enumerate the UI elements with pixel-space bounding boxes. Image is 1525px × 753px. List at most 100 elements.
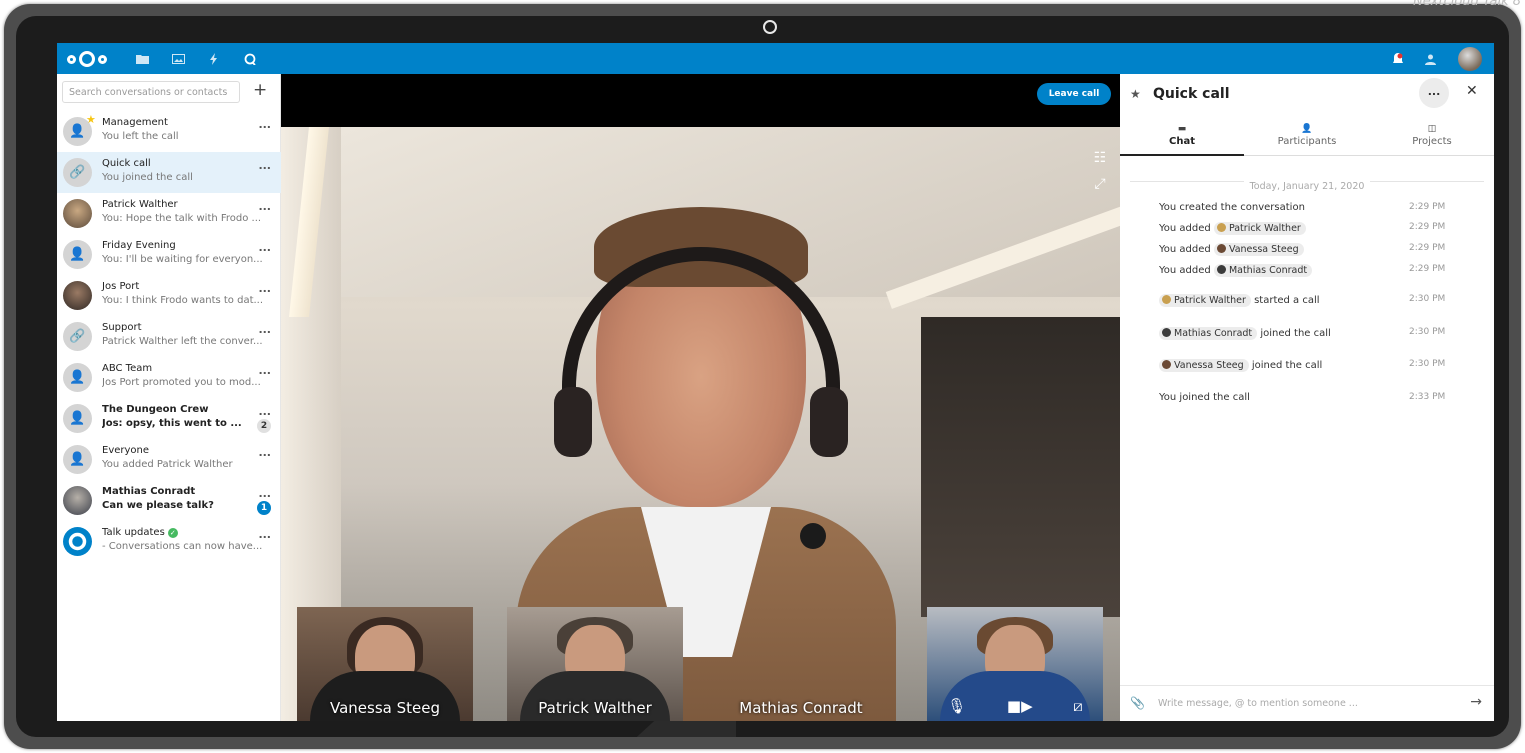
mention-chip[interactable]: Patrick Walther	[1159, 294, 1251, 307]
message-time: 2:29 PM	[1409, 202, 1446, 212]
talk-icon[interactable]	[243, 53, 257, 65]
conversation-name: Quick call	[102, 158, 151, 169]
participant-name: Patrick Walther	[538, 699, 652, 717]
new-conversation-button[interactable]: +	[253, 80, 267, 100]
group-avatar: 👤	[63, 404, 92, 433]
tab-label: Participants	[1277, 136, 1337, 147]
mention-name: Vanessa Steeg	[1228, 244, 1299, 255]
message-text: You added	[1159, 223, 1211, 234]
conversation-menu-button[interactable]: ...	[258, 282, 271, 295]
mention-chip[interactable]: Vanessa Steeg	[1159, 359, 1249, 372]
microphone-icon[interactable]: 🎙	[947, 697, 966, 715]
link-avatar: 🔗	[63, 322, 92, 351]
self-video[interactable]: 🎙 ■▶ ⧄	[927, 607, 1103, 721]
corner-caption: Nextcloud Talk 8	[1413, 0, 1521, 9]
conversation-last-message: Jos: opsy, this went to ...	[102, 418, 242, 429]
headset-right	[810, 387, 848, 457]
fullscreen-icon[interactable]: ⤢	[1088, 171, 1112, 197]
attachment-icon[interactable]: 📎	[1130, 696, 1145, 710]
mention-chip[interactable]: Vanessa Steeg	[1213, 243, 1304, 256]
user-avatar	[63, 486, 92, 515]
headset-mic	[800, 523, 826, 549]
conversation-item[interactable]: Jos Port You: I think Frodo wants to dat…	[57, 275, 281, 316]
conversation-item[interactable]: Talk updates ✓ - Conversations can now ha…	[57, 521, 281, 562]
conversation-menu-button[interactable]: ...	[258, 241, 271, 254]
conversation-menu-button[interactable]: ...	[258, 487, 271, 500]
group-avatar: 👤	[63, 240, 92, 269]
conversation-menu-button[interactable]: ...	[258, 364, 271, 377]
photos-icon[interactable]	[171, 53, 185, 65]
mention-chip[interactable]: Mathias Conradt	[1159, 327, 1258, 340]
mention-name: Vanessa Steeg	[1174, 360, 1244, 371]
participant-video[interactable]: Patrick Walther	[507, 607, 683, 721]
conversation-item[interactable]: 👤 ABC Team Jos Port promoted you to mod.…	[57, 357, 281, 398]
video-controls: ☷ ⤢	[1088, 145, 1112, 197]
mention-avatar	[1162, 360, 1171, 369]
conversation-item[interactable]: Patrick Walther You: Hope the talk with …	[57, 193, 281, 234]
mention-chip[interactable]: Mathias Conradt	[1213, 264, 1313, 277]
chat-message: You joined the call 2:33 PM	[1159, 392, 1459, 403]
top-bar	[57, 43, 1494, 74]
tab-chat[interactable]: ▬ Chat	[1120, 124, 1244, 156]
camera-icon[interactable]: ■▶	[1007, 697, 1033, 715]
user-avatar[interactable]	[1458, 47, 1482, 71]
mention-chip[interactable]: Patrick Walther	[1213, 222, 1306, 235]
activity-icon[interactable]	[207, 52, 221, 65]
message-text: You created the conversation	[1159, 202, 1305, 213]
message-text: You added	[1159, 244, 1211, 255]
conversation-menu-button[interactable]: ...	[258, 323, 271, 336]
conversation-menu-button[interactable]: ...	[258, 118, 271, 131]
conversation-item[interactable]: 👤 Friday Evening You: I'll be waiting fo…	[57, 234, 281, 275]
nextcloud-logo[interactable]	[67, 50, 113, 67]
media-controls: 🎙 ■▶ ⧄	[927, 697, 1103, 715]
conversation-menu-button[interactable]: ...	[258, 405, 271, 418]
mention-name: Patrick Walther	[1174, 295, 1246, 306]
top-bar-right	[1393, 47, 1482, 71]
participant-name: Vanessa Steeg	[330, 699, 440, 717]
conversation-menu-button[interactable]: ...	[258, 159, 271, 172]
screen-share-off-icon[interactable]: ⧄	[1073, 697, 1083, 715]
conversation-item[interactable]: 🔗 Support Patrick Walther left the conve…	[57, 316, 281, 357]
conversation-item[interactable]: 👤 ★ Management You left the call ...	[57, 111, 281, 152]
message-time: 2:30 PM	[1409, 294, 1446, 304]
conversation-item[interactable]: 👤 The Dungeon Crew Jos: opsy, this went …	[57, 398, 281, 439]
conversation-item[interactable]: Mathias Conradt Can we please talk? ... …	[57, 480, 281, 521]
files-icon[interactable]	[135, 53, 149, 65]
notifications-icon[interactable]	[1393, 53, 1403, 65]
conversation-menu-button[interactable]: ...	[258, 200, 271, 213]
date-separator: Today, January 21, 2020	[1130, 174, 1484, 192]
main-video-stream: ☷ ⤢ Vanessa Steeg Patrick Walther Mathia…	[281, 127, 1120, 721]
tab-projects[interactable]: ◫ Projects	[1370, 124, 1494, 156]
conversation-menu-button[interactable]: ...	[258, 528, 271, 541]
mention-avatar	[1216, 244, 1226, 253]
conversation-name: Jos Port	[102, 281, 140, 292]
talk-logo-icon	[63, 527, 92, 556]
contacts-icon[interactable]	[1425, 54, 1436, 65]
device-camera	[763, 20, 777, 34]
message-input[interactable]: Write message, @ to mention someone ...	[1158, 698, 1358, 709]
participant-video[interactable]: Vanessa Steeg	[297, 607, 473, 721]
conversation-item[interactable]: 🔗 Quick call You joined the call ...	[57, 152, 281, 193]
conversation-sidebar-right: ★ Quick call ... ✕ ▬ Chat 👤 Participants…	[1120, 74, 1494, 721]
send-icon[interactable]: →	[1470, 694, 1482, 710]
conversation-name: The Dungeon Crew	[102, 404, 209, 415]
favorite-star-icon[interactable]: ★	[1130, 87, 1141, 101]
mention-avatar	[1216, 265, 1226, 274]
conversation-item[interactable]: 👤 Everyone You added Patrick Walther ...	[57, 439, 281, 480]
message-time: 2:29 PM	[1409, 243, 1446, 253]
chat-message: You added Patrick Walther 2:29 PM	[1159, 222, 1459, 235]
user-avatar	[63, 199, 92, 228]
conversation-last-message: You: I'll be waiting for everyon...	[102, 254, 263, 265]
grid-view-icon[interactable]: ☷	[1088, 145, 1112, 171]
chat-message: You added Mathias Conradt 2:29 PM	[1159, 264, 1459, 277]
participants-icon: 👤	[1301, 124, 1313, 134]
leave-call-button[interactable]: Leave call	[1037, 83, 1111, 105]
user-avatar	[63, 281, 92, 310]
conversation-actions-button[interactable]: ...	[1419, 78, 1449, 108]
message-text: You joined the call	[1159, 392, 1250, 403]
conversation-menu-button[interactable]: ...	[258, 446, 271, 459]
search-input[interactable]: Search conversations or contacts	[62, 81, 240, 103]
close-sidebar-button[interactable]: ✕	[1466, 83, 1478, 99]
tab-participants[interactable]: 👤 Participants	[1245, 124, 1369, 156]
conversation-name: Patrick Walther	[102, 199, 178, 210]
